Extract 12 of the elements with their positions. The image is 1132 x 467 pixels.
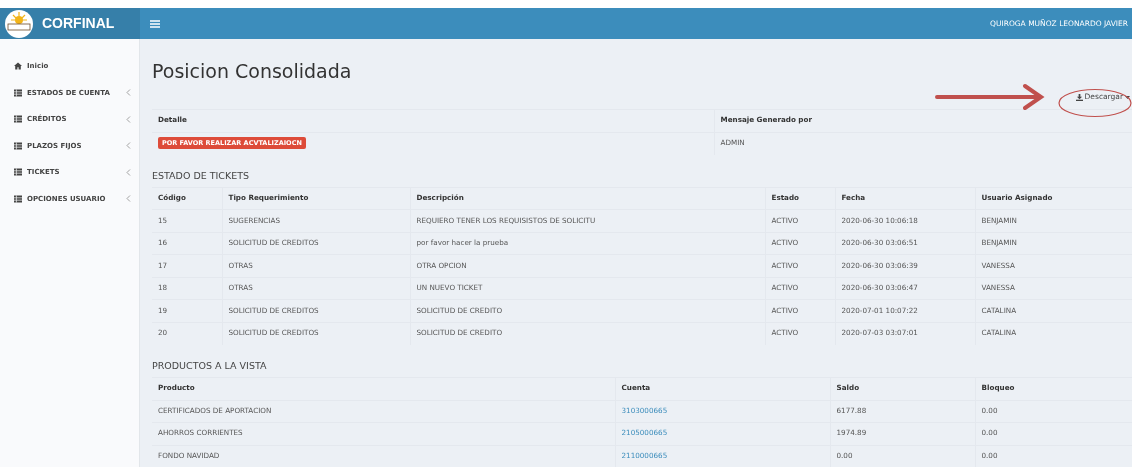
table-icon	[14, 194, 22, 203]
download-icon	[1075, 93, 1083, 101]
section-title: PRODUCTOS A LA VISTA	[152, 358, 268, 373]
page-title: Posicion Consolidada	[152, 59, 353, 84]
caret-icon	[1125, 95, 1130, 99]
table-icon	[14, 168, 22, 177]
table-icon	[14, 115, 22, 124]
table-icon	[14, 141, 22, 150]
table-icon	[14, 88, 22, 97]
home-icon	[14, 62, 22, 71]
section-title: ESTADO DE TICKETS	[152, 168, 251, 183]
menu-icon[interactable]	[150, 19, 160, 28]
